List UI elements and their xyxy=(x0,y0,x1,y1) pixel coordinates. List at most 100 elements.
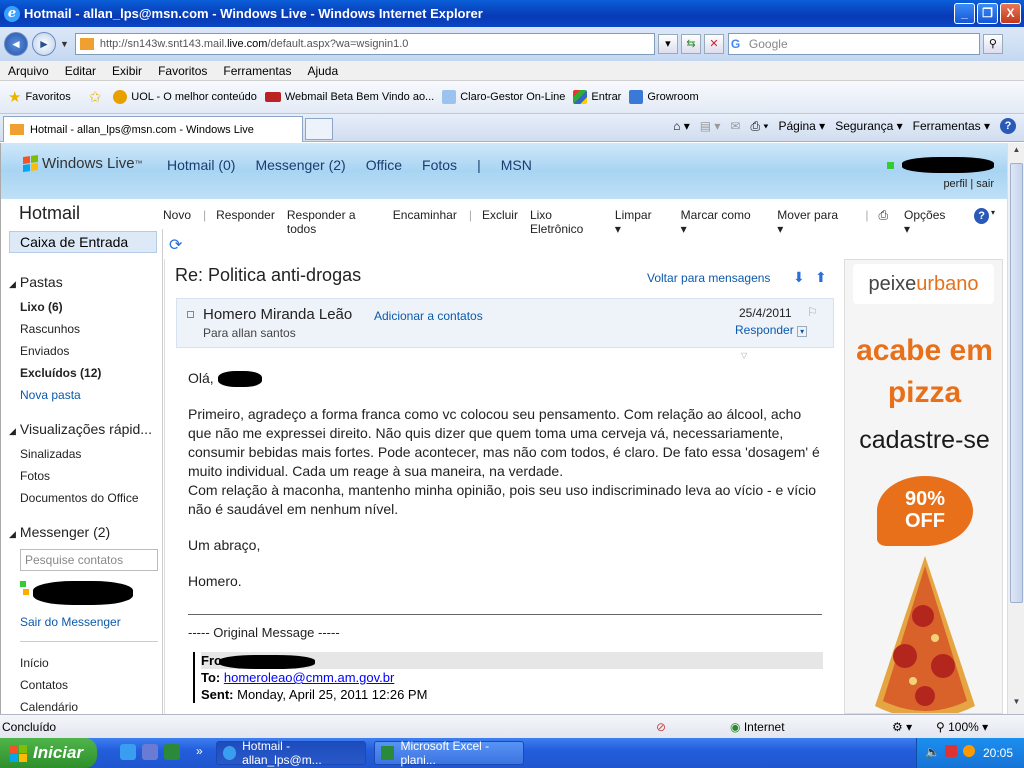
forward-button[interactable]: ► xyxy=(32,32,56,56)
reply-dropdown-icon[interactable]: ▾ xyxy=(797,326,808,337)
restore-button[interactable]: ❐ xyxy=(977,3,998,24)
junk-button[interactable]: Lixo Eletrônico xyxy=(530,208,603,236)
mail-icon[interactable]: ✉ xyxy=(730,119,740,133)
close-button[interactable]: X xyxy=(1000,3,1021,24)
reply-all-button[interactable]: Responder a todos xyxy=(287,208,381,236)
reply-link[interactable]: Responder ▾ xyxy=(735,323,808,337)
tools-menu[interactable]: Ferramentas ▾ xyxy=(913,119,990,133)
help-dropdown-icon[interactable]: ▾ xyxy=(991,208,995,236)
sender-name[interactable]: Homero Miranda Leão xyxy=(203,306,352,323)
mark-as-button[interactable]: Marcar como ▾ xyxy=(681,208,766,236)
back-button[interactable]: ◄ xyxy=(4,32,28,56)
url-dropdown-icon[interactable]: ▾ xyxy=(657,34,678,54)
history-dropdown-icon[interactable]: ▼ xyxy=(60,39,69,49)
advertisement[interactable]: peixeurbano acabe em pizza cadastre-se 9… xyxy=(844,259,1003,714)
zoom-control[interactable]: ⚲ 100% ▾ xyxy=(936,720,988,734)
search-input[interactable]: G Google xyxy=(727,33,980,55)
menu-favoritos[interactable]: Favoritos xyxy=(150,64,215,78)
page-menu[interactable]: Página ▾ xyxy=(778,119,825,133)
previous-message-icon[interactable]: ⬆ xyxy=(815,269,827,286)
fav-link-webmail[interactable]: Webmail Beta Bem Vindo ao... xyxy=(264,91,434,103)
nav-messenger[interactable]: Messenger (2) xyxy=(255,157,345,173)
vertical-scrollbar[interactable]: ▲ ▼ xyxy=(1007,143,1024,714)
menu-ferramentas[interactable]: Ferramentas xyxy=(215,64,299,78)
windows-live-logo[interactable]: Windows Live ™ xyxy=(23,154,143,173)
tray-app-icon[interactable] xyxy=(963,745,975,757)
contact-search-input[interactable]: Pesquise contatos xyxy=(20,549,158,571)
back-to-messages-link[interactable]: Voltar para mensagens xyxy=(647,271,770,285)
options-button[interactable]: Opções ▾ xyxy=(904,208,962,236)
messenger-header[interactable]: ◢ Messenger (2) xyxy=(9,524,110,540)
popup-blocker-icon[interactable]: ⊘ xyxy=(656,720,666,734)
new-tab-button[interactable] xyxy=(305,118,333,140)
nav-hotmail[interactable]: Hotmail (0) xyxy=(167,157,235,173)
sweep-button[interactable]: Limpar ▾ xyxy=(615,208,669,236)
window-titlebar[interactable]: e Hotmail - allan_lps@msn.com - Windows … xyxy=(0,0,1024,27)
excel-quicklaunch-icon[interactable] xyxy=(164,744,180,760)
signout-link[interactable]: sair xyxy=(976,178,994,190)
new-button[interactable]: Novo xyxy=(163,208,191,236)
fav-link-entrar[interactable]: Entrar xyxy=(573,90,621,104)
print-mail-icon[interactable]: ⎙ xyxy=(878,208,888,236)
security-menu[interactable]: Segurança ▾ xyxy=(835,119,902,133)
quicklaunch-overflow-icon[interactable]: » xyxy=(196,744,203,758)
scroll-up-icon[interactable]: ▲ xyxy=(1010,145,1023,160)
to-email-link[interactable]: homeroleao@cmm.am.gov.br xyxy=(224,670,394,685)
folder-rascunhos[interactable]: Rascunhos xyxy=(20,322,80,336)
volume-icon[interactable]: 🔈 xyxy=(925,745,940,759)
favorites-button[interactable]: ★ Favoritos xyxy=(8,88,71,106)
menu-exibir[interactable]: Exibir xyxy=(104,64,150,78)
move-to-button[interactable]: Mover para ▾ xyxy=(777,208,853,236)
inbox-folder[interactable]: Caixa de Entrada xyxy=(9,231,157,253)
start-button[interactable]: Iniciar xyxy=(0,738,97,768)
feeds-icon[interactable]: ▤ ▾ xyxy=(700,119,721,133)
minimize-button[interactable]: _ xyxy=(954,3,975,24)
fav-link-growroom[interactable]: Growroom xyxy=(629,90,699,104)
quick-views-header[interactable]: ◢ Visualizações rápid... xyxy=(9,421,152,437)
scroll-down-icon[interactable]: ▼ xyxy=(1010,697,1023,712)
refresh-page-icon[interactable]: ⇆ xyxy=(680,34,701,54)
internet-zone[interactable]: ◉ Internet xyxy=(730,720,785,734)
help-icon[interactable]: ? xyxy=(1000,118,1016,134)
task-hotmail[interactable]: Hotmail - allan_lps@m... xyxy=(216,739,366,767)
folder-enviados[interactable]: Enviados xyxy=(20,344,69,358)
menu-editar[interactable]: Editar xyxy=(57,64,104,78)
menu-ajuda[interactable]: Ajuda xyxy=(299,64,346,78)
tab-hotmail[interactable]: Hotmail - allan_lps@msn.com - Windows Li… xyxy=(3,116,303,142)
view-office-docs[interactable]: Documentos do Office xyxy=(20,491,139,505)
new-folder-link[interactable]: Nova pasta xyxy=(20,388,81,402)
reply-button[interactable]: Responder xyxy=(216,208,275,236)
nav-contatos[interactable]: Contatos xyxy=(20,678,68,692)
clock[interactable]: 20:05 xyxy=(983,746,1013,760)
add-favorite-button[interactable]: ✩ xyxy=(89,88,106,106)
presence-icon[interactable] xyxy=(887,161,894,169)
nav-msn[interactable]: MSN xyxy=(501,157,532,173)
print-icon[interactable]: ⎙ ▾ xyxy=(750,119,768,134)
collapse-header-icon[interactable]: ▽ xyxy=(741,351,747,360)
forward-mail-button[interactable]: Encaminhar xyxy=(393,208,457,236)
flag-icon[interactable]: ⚐ xyxy=(807,305,818,319)
fav-link-claro[interactable]: Claro-Gestor On-Line xyxy=(442,90,565,104)
view-fotos[interactable]: Fotos xyxy=(20,469,50,483)
menu-arquivo[interactable]: Arquivo xyxy=(0,64,57,78)
expand-icon[interactable] xyxy=(187,311,194,318)
nav-calendario[interactable]: Calendário xyxy=(20,700,78,714)
refresh-mail-icon[interactable]: ⟳ xyxy=(169,235,182,255)
scroll-thumb[interactable] xyxy=(1010,163,1023,603)
stop-icon[interactable]: ✕ xyxy=(703,34,724,54)
contact-list[interactable] xyxy=(20,581,133,608)
fav-link-uol[interactable]: UOL - O melhor conteúdo xyxy=(113,90,257,104)
folder-excluidos[interactable]: Excluídos (12) xyxy=(20,366,101,380)
view-sinalizadas[interactable]: Sinalizadas xyxy=(20,447,81,461)
nav-office[interactable]: Office xyxy=(366,157,402,173)
task-excel[interactable]: Microsoft Excel - plani... xyxy=(374,739,524,767)
protected-mode-icon[interactable]: ⚙ ▾ xyxy=(892,720,912,734)
folder-lixo[interactable]: Lixo (6) xyxy=(20,300,63,314)
delete-button[interactable]: Excluir xyxy=(482,208,518,236)
next-message-icon[interactable]: ⬇ xyxy=(793,269,805,286)
folders-header[interactable]: ◢ Pastas xyxy=(9,274,63,290)
home-icon[interactable]: ⌂ ▾ xyxy=(673,119,690,133)
antivirus-icon[interactable] xyxy=(945,745,957,757)
help-mail-icon[interactable]: ? xyxy=(974,208,989,224)
ie-quicklaunch-icon[interactable] xyxy=(120,744,136,760)
